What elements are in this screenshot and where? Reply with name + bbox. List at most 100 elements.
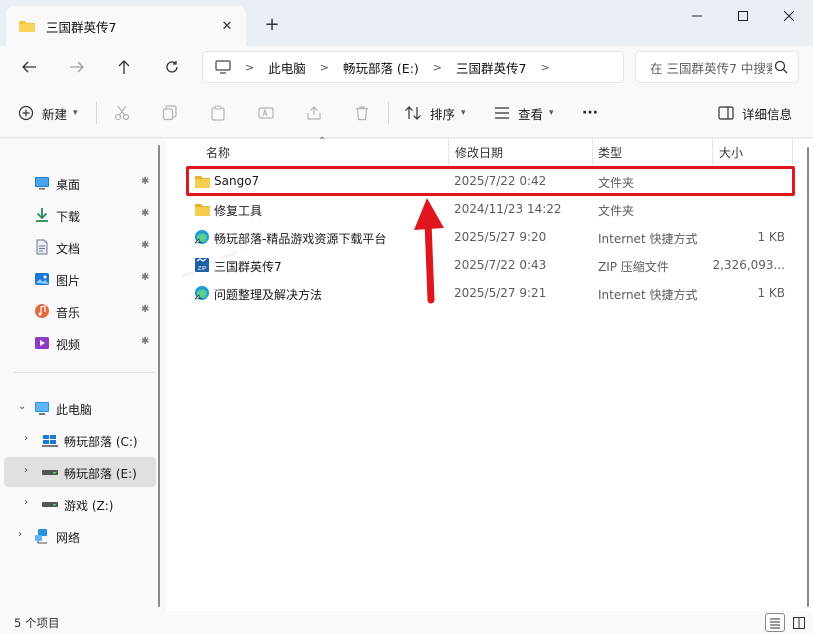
pin-icon[interactable]: ✱ (141, 176, 149, 187)
column-divider[interactable] (712, 139, 713, 165)
table-row[interactable]: 修复工具 2024/11/23 14:22 文件夹 (186, 195, 811, 223)
table-row[interactable]: 畅玩部落-精品游戏资源下载平台 2025/5/27 9:20 Internet 快捷… (186, 223, 811, 251)
sidebar-item-drive[interactable]: › 畅玩部落 (E:) (4, 457, 156, 487)
breadcrumb-drive-e[interactable]: 畅玩部落 (E:) (343, 58, 419, 77)
chevron-right-icon: › (24, 497, 28, 508)
close-window-button[interactable] (766, 0, 812, 32)
drive-icon (42, 470, 58, 475)
sidebar-item-quick-access[interactable]: 视频 ✱ (4, 328, 156, 358)
computer-icon (215, 60, 231, 74)
chevron-right-icon: › (18, 529, 22, 540)
new-button[interactable]: 新建 ▾ (18, 98, 78, 128)
pin-icon[interactable]: ✱ (141, 208, 149, 219)
table-row[interactable]: ZIP 三国群英传7 2025/7/22 0:43 ZIP 压缩文件 2,326,093… (186, 251, 811, 279)
view-button[interactable]: 查看 ▾ (494, 98, 554, 128)
file-name: 问题整理及解决方法 (214, 288, 323, 302)
trash-icon (356, 106, 368, 121)
details-view-button[interactable] (765, 613, 785, 632)
copy-button[interactable] (162, 98, 178, 128)
minimize-icon (692, 15, 702, 17)
column-header-date[interactable]: 修改日期 (455, 139, 503, 165)
sidebar-item-label: 游戏 (Z:) (64, 499, 114, 513)
sidebar-item-quick-access[interactable]: 桌面 ✱ (4, 168, 156, 198)
refresh-button[interactable] (155, 50, 189, 84)
sidebar-item-label: 下载 (56, 210, 81, 224)
column-divider[interactable] (592, 139, 593, 165)
paste-icon (211, 105, 225, 121)
details-pane-button[interactable]: 详细信息 (718, 98, 792, 128)
more-options-button[interactable]: ··· (582, 98, 598, 128)
file-list: 名称 ⌃ 修改日期 类型 大小 Sango7 2025/7/22 0:42 文件夹修… (166, 136, 813, 611)
up-button[interactable] (107, 50, 141, 84)
details-view-icon (770, 618, 780, 628)
column-header-size[interactable]: 大小 (719, 139, 743, 165)
chevron-down-icon: ▾ (549, 108, 554, 118)
pin-icon[interactable]: ✱ (141, 240, 149, 251)
search-input[interactable]: 在 三国群英传7 中搜索 (635, 51, 799, 83)
maximize-icon (738, 11, 748, 21)
rename-button[interactable] (258, 98, 274, 128)
column-divider[interactable] (448, 139, 449, 165)
refresh-icon (166, 61, 178, 73)
close-icon (784, 11, 794, 21)
sidebar-item-quick-access[interactable]: 文档 ✱ (4, 232, 156, 262)
delete-button[interactable] (354, 98, 370, 128)
pin-icon[interactable]: ✱ (141, 304, 149, 315)
forward-button[interactable] (60, 50, 94, 84)
table-row[interactable]: Sango7 2025/7/22 0:42 文件夹 (186, 167, 811, 195)
table-row[interactable]: 问题整理及解决方法 2025/5/27 9:21 Internet 快捷方式 1 KB (186, 279, 811, 307)
search-placeholder: 在 三国群英传7 中搜索 (650, 60, 772, 76)
tab-close-button[interactable]: ✕ (214, 13, 240, 39)
file-type: 文件夹 (598, 176, 635, 190)
file-date: 2025/5/27 9:20 (454, 230, 547, 244)
sidebar-item-drive[interactable]: › 游戏 (Z:) (4, 489, 156, 519)
column-header-type[interactable]: 类型 (598, 139, 622, 165)
network-icon (35, 529, 47, 544)
pin-icon[interactable]: ✱ (141, 272, 149, 283)
address-bar[interactable]: > 此电脑 > 畅玩部落 (E:) > 三国群英传7 > (202, 51, 624, 83)
arrow-up-icon (118, 60, 130, 74)
sidebar-divider (14, 372, 154, 373)
drive-c-icon (42, 435, 58, 447)
sort-button-label: 排序 (430, 106, 456, 122)
video-icon (35, 337, 49, 349)
tab-current[interactable]: 三国群英传7 ✕ (6, 6, 246, 46)
cut-button[interactable] (114, 98, 130, 128)
sidebar-item-quick-access[interactable]: 音乐 ✱ (4, 296, 156, 326)
sidebar-item-quick-access[interactable]: 图片 ✱ (4, 264, 156, 294)
column-divider[interactable] (792, 139, 793, 165)
sidebar-scrollbar[interactable] (158, 145, 160, 607)
maximize-button[interactable] (720, 0, 766, 32)
chevron-right-icon: › (24, 465, 28, 476)
sidebar-item-this-pc[interactable]: ⌄ 此电脑 (4, 393, 156, 423)
folder-icon (195, 204, 210, 216)
share-button[interactable] (306, 98, 322, 128)
breadcrumb-current-folder[interactable]: 三国群英传7 (456, 58, 526, 77)
edge-shortcut-icon (194, 230, 209, 244)
toolbar-divider (96, 102, 97, 124)
back-button[interactable] (12, 50, 46, 84)
minimize-button[interactable] (674, 0, 720, 32)
search-icon (774, 60, 788, 74)
file-date: 2025/7/22 0:42 (454, 174, 547, 188)
sidebar-item-quick-access[interactable]: 下载 ✱ (4, 200, 156, 230)
details-pane-icon (718, 106, 734, 120)
arrow-right-icon (70, 61, 84, 73)
column-header-name[interactable]: 名称 (206, 139, 230, 165)
chevron-down-icon: ▾ (73, 108, 78, 118)
sidebar-item-network[interactable]: › 网络 (4, 521, 156, 551)
paste-button[interactable] (210, 98, 226, 128)
tiles-view-button[interactable] (789, 613, 809, 632)
file-list-scrollbar[interactable] (807, 147, 809, 607)
sort-button[interactable]: 排序 ▾ (404, 98, 466, 128)
new-tab-button[interactable]: + (258, 11, 286, 37)
pin-icon[interactable]: ✱ (141, 336, 149, 347)
sidebar-item-drive[interactable]: › 畅玩部落 (C:) (4, 425, 156, 455)
svg-text:ZIP: ZIP (198, 266, 207, 272)
breadcrumb-this-pc[interactable]: 此电脑 (268, 58, 306, 77)
sort-ascending-icon: ⌃ (318, 136, 327, 147)
sidebar-item-label: 视频 (56, 338, 81, 352)
item-count: 5 个项目 (14, 616, 60, 630)
navigation-pane: 桌面 ✱ 下载 ✱ 文档 ✱ 图片 ✱ 音乐 ✱ 视频 ✱ ⌄ 此电脑 › 畅玩部落 (C:) › 畅玩部落… (0, 139, 166, 611)
file-date: 2025/5/27 9:21 (454, 286, 547, 300)
